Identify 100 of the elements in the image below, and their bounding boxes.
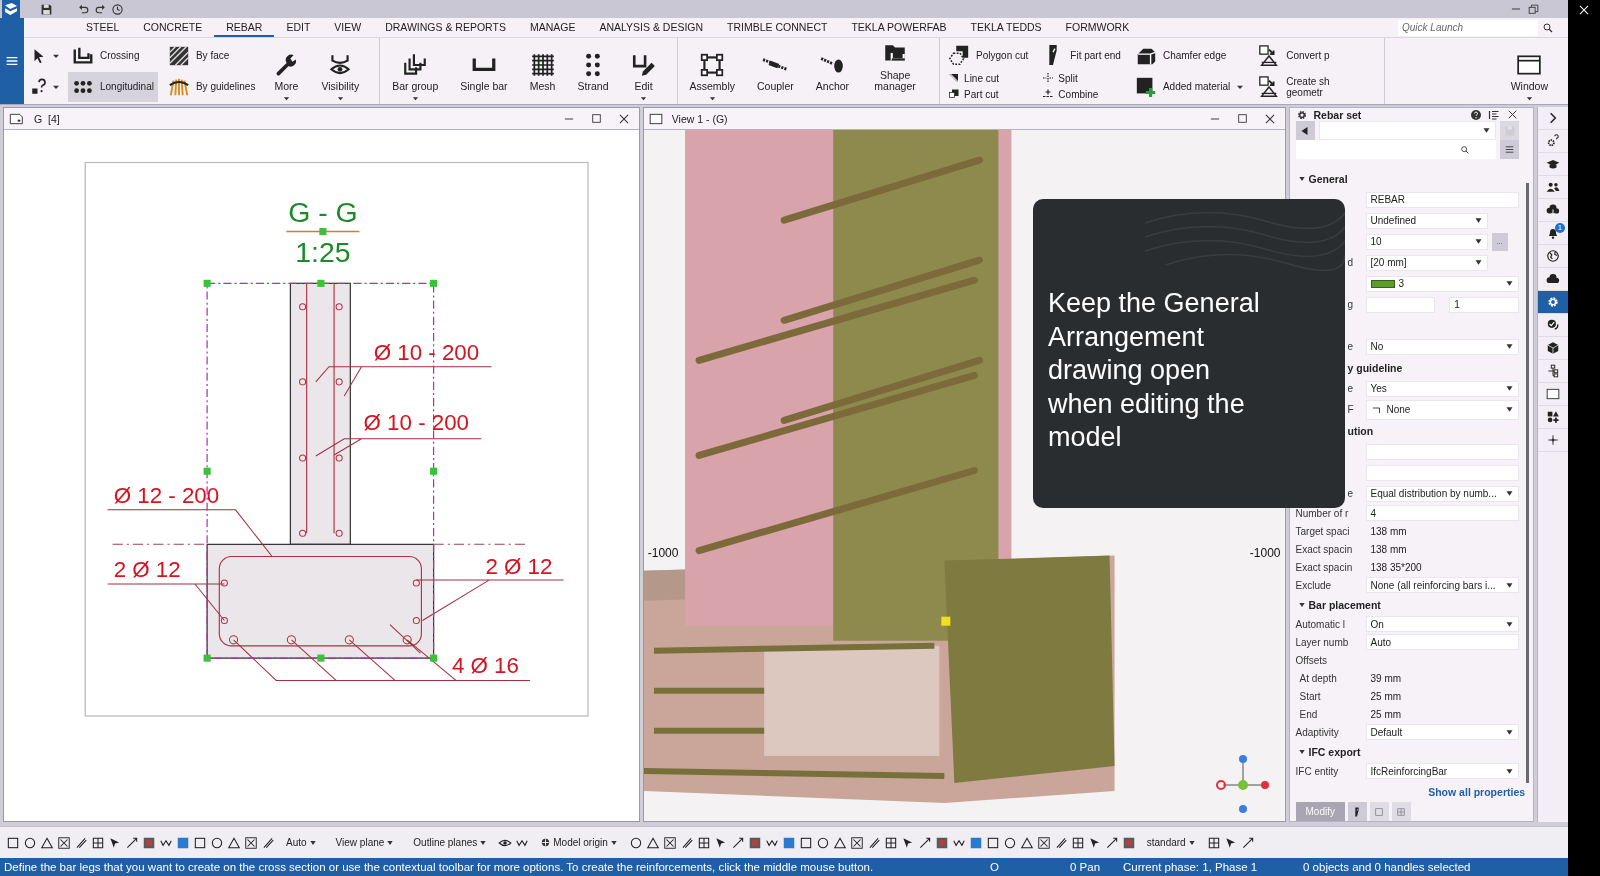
cross-box-icon[interactable]	[662, 835, 677, 850]
arrow-icon[interactable]	[1223, 835, 1238, 850]
ribbon-button[interactable]: Combine	[1038, 86, 1125, 102]
cross-box-icon[interactable]	[57, 835, 71, 850]
ribbon-button[interactable]: Bar group	[384, 40, 447, 102]
triangle-icon[interactable]	[40, 835, 54, 850]
quick-launch-field[interactable]: Quick Launch	[1398, 19, 1538, 36]
ribbon-button[interactable]: Chamfer edge	[1130, 40, 1249, 71]
toolbar-dropdown[interactable]: Model origin	[532, 837, 626, 848]
text-field[interactable]: 1	[1449, 296, 1520, 313]
triangle-icon[interactable]	[645, 835, 660, 850]
list-view-icon[interactable]	[1488, 108, 1501, 121]
ribbon-button[interactable]: By face	[163, 40, 260, 71]
help-icon[interactable]	[1470, 108, 1483, 121]
filled-square-icon[interactable]	[142, 835, 156, 850]
circle-icon[interactable]	[815, 835, 830, 850]
dropdown[interactable]: Equal distribution by numb...	[1365, 485, 1520, 502]
ribbon-button[interactable]: Line cut	[944, 70, 1033, 86]
dropdown[interactable]: None	[1365, 399, 1520, 420]
arrow-icon[interactable]	[1087, 835, 1102, 850]
dropdown[interactable]: Undefined	[1365, 212, 1488, 229]
ribbon-button[interactable]: More	[265, 40, 308, 102]
toolbar-dropdown[interactable]: Auto	[278, 837, 325, 848]
dropdown[interactable]: [20 mm]	[1365, 254, 1488, 271]
square-icon[interactable]	[985, 835, 1000, 850]
dropdown[interactable]: On	[1365, 616, 1520, 632]
toolbar-dropdown[interactable]: View plane	[327, 837, 403, 848]
filled-square-icon[interactable]	[1121, 835, 1136, 850]
ribbon-tab[interactable]: ANALYSIS & DESIGN	[587, 18, 716, 37]
dropdown[interactable]: Yes	[1365, 380, 1520, 397]
ribbon-tab[interactable]: CONCRETE	[131, 18, 215, 37]
ribbon-tab[interactable]: REBAR	[214, 18, 275, 37]
grid-icon[interactable]	[91, 835, 105, 850]
toolbar-dropdown[interactable]: Outline planes	[405, 837, 496, 848]
diagonal-icon[interactable]	[1240, 835, 1255, 850]
line-icon[interactable]	[74, 835, 88, 850]
dropdown[interactable]: IfcReinforcingBar	[1365, 763, 1520, 779]
square-icon[interactable]	[798, 835, 813, 850]
grid-icon[interactable]	[696, 835, 711, 850]
ribbon-button[interactable]: Longitudinal	[68, 71, 158, 102]
ribbon-button[interactable]: Visibility	[313, 40, 368, 102]
filled-square-icon[interactable]	[747, 835, 762, 850]
cross-box-icon[interactable]	[849, 835, 864, 850]
triangle-icon[interactable]	[1019, 835, 1034, 850]
maximize-icon[interactable]	[589, 112, 603, 125]
square-icon[interactable]	[6, 835, 20, 850]
text-field[interactable]	[1365, 464, 1520, 481]
fill-icon[interactable]	[781, 835, 796, 850]
redo-icon[interactable]	[94, 2, 107, 16]
ribbon-button[interactable]: Shape manager	[863, 40, 928, 102]
diagonal-icon[interactable]	[917, 835, 932, 850]
text-field[interactable]: 4	[1365, 505, 1520, 521]
ribbon-button[interactable]: Polygon cut	[944, 40, 1033, 70]
ribbon-button[interactable]: Single bar	[452, 40, 516, 102]
ribbon-button[interactable]: By guidelines	[163, 71, 260, 102]
arrow-icon[interactable]	[108, 835, 122, 850]
diagonal-icon[interactable]	[125, 835, 139, 850]
cross-box-icon[interactable]	[244, 835, 258, 850]
fill-icon[interactable]	[176, 835, 190, 850]
arrow-icon[interactable]	[900, 835, 915, 850]
ribbon-button[interactable]: Fit part end	[1038, 40, 1125, 70]
dropdown[interactable]: 3	[1365, 275, 1520, 292]
text-field[interactable]: Auto	[1365, 634, 1520, 650]
ribbon-tab[interactable]: EDIT	[274, 18, 323, 37]
square-icon[interactable]	[193, 835, 207, 850]
show-all-properties-link[interactable]: Show all properties	[1428, 786, 1526, 798]
ribbon-button[interactable]: Assembly	[681, 40, 743, 102]
pick-button[interactable]	[1347, 802, 1367, 821]
ribbon-tab[interactable]: TRIMBLE CONNECT	[715, 18, 840, 37]
ribbon-button[interactable]: Mesh	[521, 40, 564, 102]
back-button[interactable]	[1295, 121, 1315, 140]
ribbon-tab[interactable]: FORMWORK	[1053, 18, 1142, 37]
close-button[interactable]	[1577, 3, 1591, 17]
text-field[interactable]	[1365, 443, 1520, 460]
ribbon-button[interactable]: Strand	[569, 40, 617, 102]
arrow-icon[interactable]	[713, 835, 728, 850]
ribbon-button[interactable]: Added material	[1130, 71, 1249, 102]
ribbon-button[interactable]: Edit	[622, 40, 665, 102]
triangle-icon[interactable]	[227, 835, 241, 850]
text-field[interactable]	[1365, 296, 1436, 313]
more-button[interactable]: ...	[1491, 232, 1508, 251]
circle-icon[interactable]	[1002, 835, 1017, 850]
grid-icon[interactable]	[883, 835, 898, 850]
undo-icon[interactable]	[77, 2, 90, 16]
ribbon-button[interactable]: Anchor	[807, 40, 858, 102]
ribbon-tab[interactable]: MANAGE	[517, 18, 588, 37]
dropdown[interactable]: No	[1365, 338, 1520, 355]
ribbon-tab[interactable]: TEKLA POWERFAB	[839, 18, 959, 37]
section-header[interactable]: IFC export	[1295, 741, 1361, 762]
restore-icon[interactable]	[1527, 2, 1540, 16]
side-toolbar-button[interactable]	[1538, 291, 1568, 314]
ribbon-button[interactable]: Window	[1502, 40, 1556, 102]
ribbon-tab[interactable]: VIEW	[322, 18, 374, 37]
section-header[interactable]: ution	[1347, 420, 1374, 441]
circle-icon[interactable]	[628, 835, 643, 850]
diagonal-icon[interactable]	[1104, 835, 1119, 850]
ribbon-button[interactable]: Split	[1038, 70, 1125, 86]
ribbon-button[interactable]: Convert p	[1254, 40, 1373, 71]
filled-square-icon[interactable]	[934, 835, 949, 850]
dropdown[interactable]: 10	[1365, 233, 1488, 250]
